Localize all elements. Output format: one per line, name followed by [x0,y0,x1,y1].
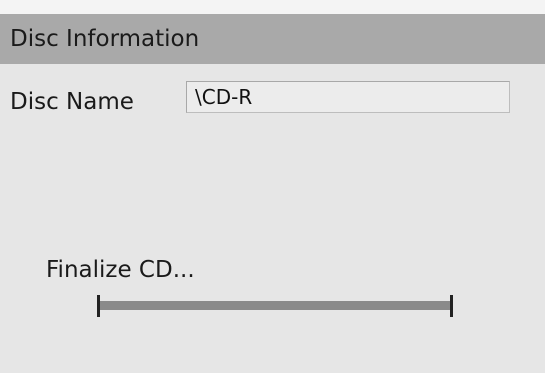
panel-header: Disc Information [0,14,545,64]
disc-name-field[interactable] [186,81,510,113]
progress-bar-fill [100,301,450,310]
progress-label: Finalize CD... [46,257,195,283]
progress-bar-right-cap [450,295,453,317]
finalize-progress-bar [97,295,453,317]
disc-name-label: Disc Name [10,89,134,115]
panel-title: Disc Information [10,26,200,52]
window-top-strip [0,0,545,14]
